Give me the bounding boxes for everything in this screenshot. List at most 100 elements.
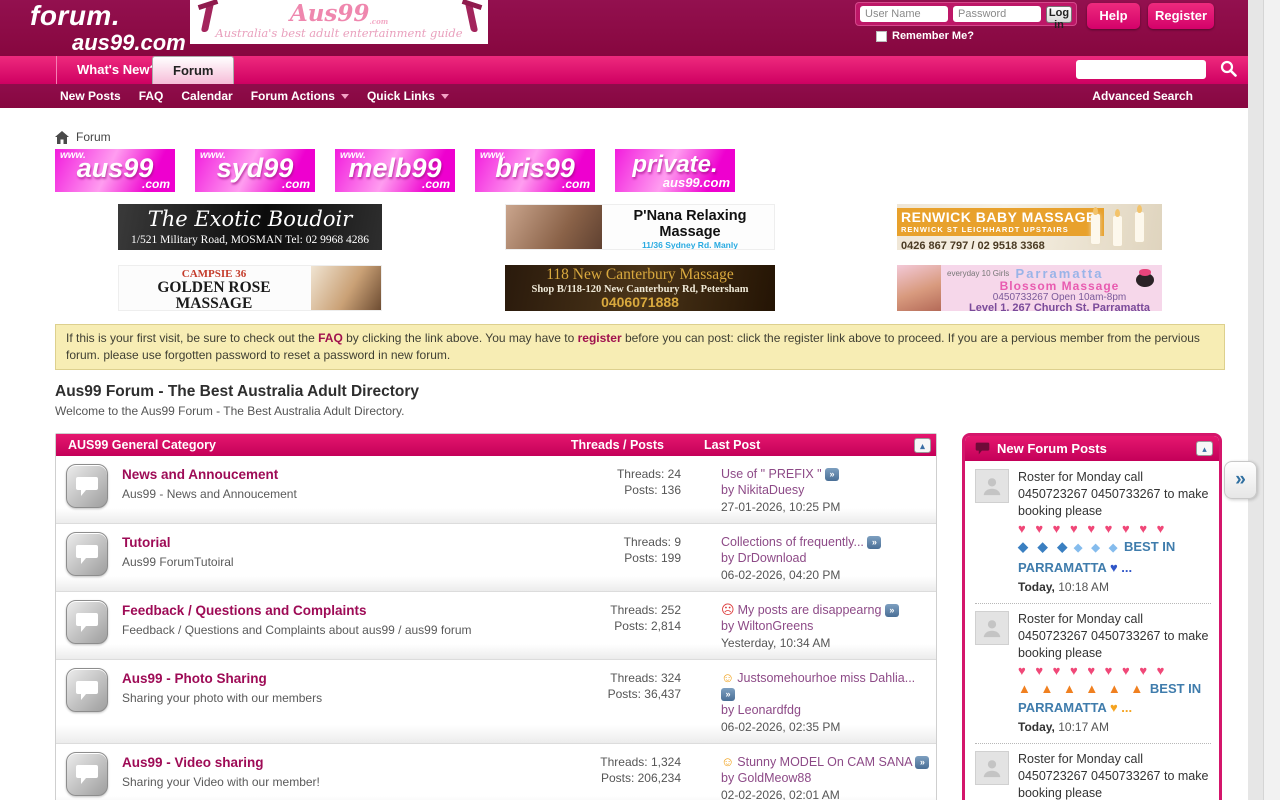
goto-last-post-icon[interactable]: » [721,688,735,701]
ad-banner-blossom-massage[interactable]: everyday 10 Girls Parramatta Blossom Mas… [897,265,1162,311]
ad-photo [897,265,941,311]
aus99-banner-image[interactable]: Aus99.com Australia's best adult enterta… [190,0,488,44]
logo-bris99[interactable]: www. bris99 .com [475,149,595,192]
banner-tagline: Australia's best adult entertainment gui… [190,26,488,40]
category-header: AUS99 General Category Threads / Posts L… [56,434,936,456]
hearts-emoji-row: ♥ ♥ ♥ ♥ ♥ ♥ ♥ ♥ ♥ [1018,520,1211,537]
post-title-link[interactable]: Roster for Monday call 0450723267 045073… [1018,470,1208,518]
blue-heart-icon: ♥ ... [1110,560,1132,575]
ad-banner-exotic-boudoir[interactable]: The Exotic Boudoir 1/521 Military Road, … [118,204,382,250]
home-icon[interactable] [55,131,69,144]
last-post-cell: Collections of frequently... » by DrDown… [721,532,931,583]
tab-forum-active[interactable]: Forum [152,56,234,84]
avatar[interactable] [975,611,1009,645]
chevron-down-icon [341,94,349,99]
username-input[interactable] [860,6,948,22]
last-post-cell: ☹My posts are disappearng » by WiltonGre… [721,600,931,651]
threads-count: Threads: 324 [531,670,681,686]
last-post-date: 27-01-2026, 10:25 PM [721,499,931,515]
logo-aus99[interactable]: www. aus99 .com [55,149,175,192]
advanced-search-link[interactable]: Advanced Search [1092,89,1193,103]
last-post-author-link[interactable]: by WiltonGreens [721,619,813,633]
nav-faq[interactable]: FAQ [139,89,164,103]
fire-emoji-icons: ▲ ▲ ▲ ▲ ▲ ▲ [1018,681,1146,696]
collapse-category-button[interactable]: ▴ [914,438,931,453]
sidebar-new-forum-posts: New Forum Posts ▴ Roster for Monday call… [962,433,1222,800]
remember-me-row: Remember Me? [876,30,974,42]
nav-new-posts[interactable]: New Posts [60,89,121,103]
last-post-author-link[interactable]: by DrDownload [721,551,806,565]
last-post-cell: ☺Stunny MODEL On CAM SANA » by GoldMeow8… [721,752,931,800]
logo-melb99[interactable]: www. melb99 .com [335,149,455,192]
last-post-title-link[interactable]: Collections of frequently... [721,535,864,549]
category-title: AUS99 General Category [68,438,514,452]
page-title: Aus99 Forum - The Best Australia Adult D… [55,383,1225,401]
avatar[interactable] [975,469,1009,503]
last-post-title-link[interactable]: Use of " PREFIX " [721,467,822,481]
register-button[interactable]: Register [1148,3,1214,29]
avatar[interactable] [975,751,1009,785]
post-title-link[interactable]: Roster for Monday call 0450723267 045073… [1018,752,1208,800]
register-link[interactable]: register [578,331,622,345]
search-icon [1220,60,1237,77]
forum-title-link[interactable]: Aus99 - Photo Sharing [122,671,267,686]
last-post-title-link[interactable]: Stunny MODEL On CAM SANA [737,755,912,769]
forum-speech-bubble-icon [66,532,108,576]
nav-forum-actions[interactable]: Forum Actions [251,89,349,103]
last-post-author-link[interactable]: by Leonardfdg [721,703,801,717]
ad-banner-golden-rose-massage[interactable]: CAMPSIE 36 GOLDEN ROSE MASSAGE 36 NORTH … [118,265,382,311]
threads-count: Threads: 9 [531,534,681,550]
last-post-author-link[interactable]: by GoldMeow88 [721,771,811,785]
forum-title-link[interactable]: Tutorial [122,535,171,550]
last-post-date: 06-02-2026, 04:20 PM [721,567,931,583]
help-button[interactable]: Help [1087,3,1140,29]
sidebar-body: Roster for Monday call 0450723267 045073… [965,461,1219,800]
ad-photo [311,266,381,311]
goto-last-post-icon[interactable]: » [825,468,839,481]
logo-private-aus99[interactable]: private. aus99.com [615,149,735,192]
search-input[interactable] [1076,60,1206,79]
remember-me-checkbox[interactable] [876,31,887,42]
last-post-date: Yesterday, 10:34 AM [721,635,931,651]
ad-banner-renwick-massage[interactable]: RENWICK BABY MASSAGE RENWICK ST LEICHHAR… [897,204,1162,250]
threads-count: Threads: 1,324 [531,754,681,770]
goto-last-post-icon[interactable]: » [915,756,929,769]
last-post-author-link[interactable]: by NikitaDuesy [721,483,804,497]
nav-quick-links[interactable]: Quick Links [367,89,449,103]
post-date: Today, 10:18 AM [1018,579,1211,596]
goto-last-post-icon[interactable]: » [885,604,899,617]
threads-count: Threads: 24 [531,466,681,482]
forum-column: AUS99 General Category Threads / Posts L… [55,433,937,800]
breadcrumb-forum-link[interactable]: Forum [76,130,111,144]
candle-decoration [1091,214,1100,244]
breadcrumb: Forum [55,130,1225,144]
forum-title-link[interactable]: Aus99 - Video sharing [122,755,264,770]
posts-count: Posts: 199 [531,550,681,566]
orange-heart-icon: ♥ ... [1110,700,1132,715]
forum-title-link[interactable]: News and Annoucement [122,467,278,482]
forum-title-link[interactable]: Feedback / Questions and Complaints [122,603,367,618]
nav-calendar[interactable]: Calendar [181,89,232,103]
logo-syd99[interactable]: www. syd99 .com [195,149,315,192]
ad-banner-canterbury-massage[interactable]: 118 New Canterbury Massage Shop B/118-12… [505,265,775,311]
password-input[interactable] [953,6,1041,22]
search-button[interactable] [1216,60,1240,80]
last-post-title-link[interactable]: Justsomehourhoe miss Dahlia... [737,671,915,685]
last-post-title-link[interactable]: My posts are disappearng [738,603,882,617]
ad-banner-pnana-massage[interactable]: P'Nana Relaxing Massage 11/36 Sydney Rd.… [505,204,775,250]
faq-link[interactable]: FAQ [318,331,343,345]
collapse-sidebar-button[interactable]: ▴ [1196,441,1213,456]
forum-stats: Threads: 324 Posts: 36,437 [531,668,681,702]
goto-last-post-icon[interactable]: » [867,536,881,549]
last-post-cell: Use of " PREFIX " » by NikitaDuesy 27-01… [721,464,931,515]
forum-description: Sharing your Video with our member! [122,775,531,789]
small-diamond-emoji-icons: ◆ ◆ ◆ [1074,542,1121,554]
post-title-link[interactable]: Roster for Monday call 0450723267 045073… [1018,612,1208,660]
scrollbar[interactable] [1263,0,1280,800]
login-button[interactable]: Log in [1046,6,1072,23]
site-logo[interactable]: forum. aus99.com [30,2,186,54]
forum-stats: Threads: 1,324 Posts: 206,234 [531,752,681,786]
login-panel: Log in [855,2,1077,26]
sidebar-expand-button[interactable]: » [1224,461,1257,499]
forum-row-feedback: Feedback / Questions and Complaints Feed… [56,591,936,659]
